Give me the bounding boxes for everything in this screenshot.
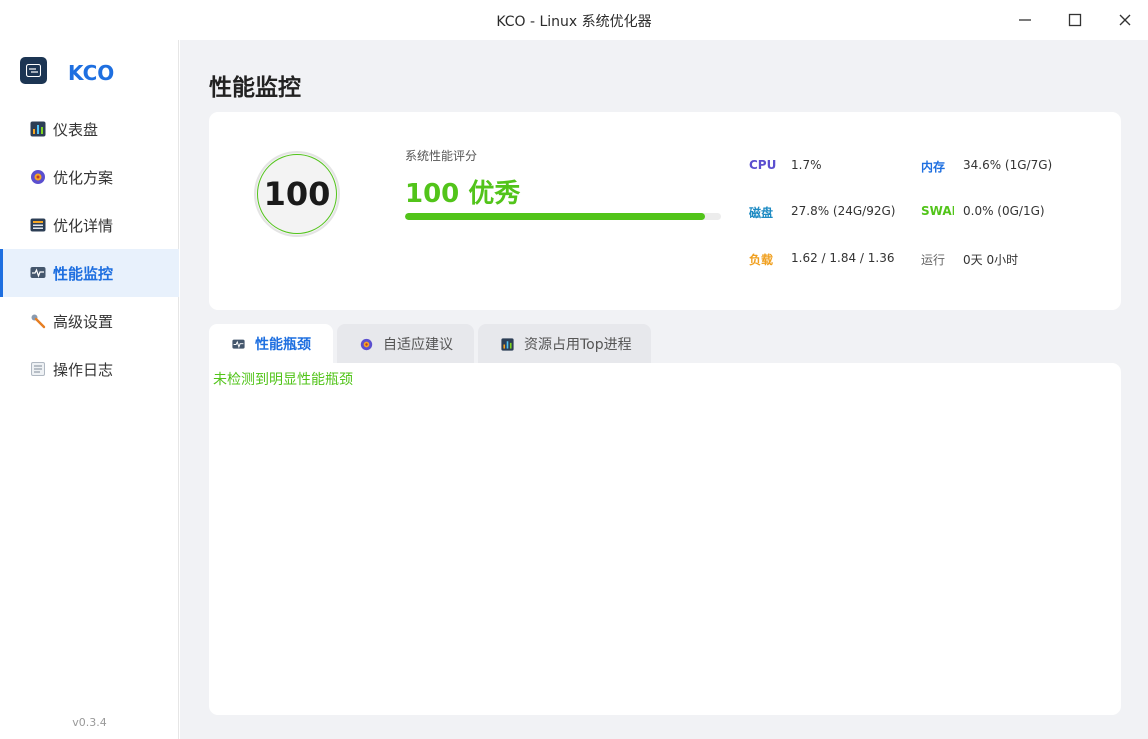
tab-bottleneck[interactable]: 性能瓶颈 bbox=[209, 324, 333, 364]
score-ring-inner: 100 bbox=[257, 154, 337, 234]
tab-label: 性能瓶颈 bbox=[255, 337, 311, 353]
score-label: 系统性能评分 bbox=[405, 149, 478, 163]
window-title: KCO - Linux 系统优化器 bbox=[496, 14, 652, 30]
minimize-button[interactable] bbox=[1012, 8, 1038, 32]
sidebar-item-advanced[interactable]: 高级设置 bbox=[0, 297, 179, 345]
sidebar-item-label: 优化方案 bbox=[53, 168, 114, 187]
app-name: KCO bbox=[68, 61, 115, 85]
disk-label: 磁盘 bbox=[749, 206, 774, 220]
suggestion-icon bbox=[359, 337, 373, 351]
sidebar-item-logs[interactable]: 操作日志 bbox=[0, 345, 179, 393]
sidebar-item-label: 优化详情 bbox=[53, 216, 114, 235]
sidebar-item-dashboard[interactable]: 仪表盘 bbox=[0, 105, 179, 153]
swap-label: SWAP bbox=[921, 204, 954, 218]
load-label: 负载 bbox=[749, 253, 774, 267]
score-progress-bar bbox=[405, 213, 721, 220]
swap-value: 0.0% (0G/1G) bbox=[963, 204, 1045, 218]
title-bar: KCO - Linux 系统优化器 bbox=[0, 0, 1148, 40]
score-progress-fill bbox=[405, 213, 706, 220]
score-card: 100 系统性能评分 100 优秀 CPU 1.7% 内存 34.6% (1G/… bbox=[209, 112, 1121, 310]
sidebar-item-label: 性能监控 bbox=[53, 264, 114, 283]
main-content: 性能监控 100 系统性能评分 100 优秀 CPU 1.7% 内存 34.6%… bbox=[180, 40, 1148, 739]
sidebar-item-label: 操作日志 bbox=[53, 360, 114, 379]
sidebar-item-label: 高级设置 bbox=[53, 312, 114, 331]
cpu-value: 1.7% bbox=[791, 158, 822, 172]
score-value: 100 bbox=[263, 175, 331, 213]
sidebar-nav: 仪表盘 优化方案 优化详情 性能监控 高级设置 操作日志 bbox=[0, 105, 179, 393]
maximize-button[interactable] bbox=[1062, 8, 1088, 32]
page-title: 性能监控 bbox=[209, 75, 301, 101]
sidebar: KCO 仪表盘 优化方案 优化详情 性能监控 高级设置 操作日志 v0.3.4 bbox=[0, 40, 179, 739]
tab-panel: 未检测到明显性能瓶颈 bbox=[209, 363, 1121, 715]
dashboard-icon bbox=[29, 120, 47, 138]
plan-icon bbox=[29, 168, 47, 186]
close-icon bbox=[1119, 14, 1131, 26]
bottleneck-icon bbox=[231, 337, 245, 351]
top-process-icon bbox=[500, 337, 514, 351]
tab-top-processes[interactable]: 资源占用Top进程 bbox=[478, 324, 651, 364]
tab-suggestions[interactable]: 自适应建议 bbox=[337, 324, 474, 364]
details-icon bbox=[29, 216, 47, 234]
sidebar-item-details[interactable]: 优化详情 bbox=[0, 201, 179, 249]
bottleneck-message: 未检测到明显性能瓶颈 bbox=[213, 372, 353, 388]
maximize-icon bbox=[1068, 13, 1082, 27]
tab-label: 资源占用Top进程 bbox=[524, 337, 632, 353]
minimize-icon bbox=[1019, 19, 1031, 21]
cpu-label: CPU bbox=[749, 158, 777, 172]
version-label: v0.3.4 bbox=[72, 716, 107, 729]
tab-bar: 性能瓶颈 自适应建议 资源占用Top进程 bbox=[209, 324, 655, 364]
disk-value: 27.8% (24G/92G) bbox=[791, 204, 896, 218]
sidebar-item-plan[interactable]: 优化方案 bbox=[0, 153, 179, 201]
uptime-value: 0天 0小时 bbox=[963, 253, 1019, 267]
tab-label: 自适应建议 bbox=[383, 337, 453, 353]
score-text: 100 优秀 bbox=[405, 179, 521, 209]
app-logo-icon bbox=[20, 57, 47, 84]
brand: KCO bbox=[20, 57, 114, 85]
log-icon bbox=[29, 360, 47, 378]
monitor-icon bbox=[29, 264, 47, 282]
uptime-label: 运行 bbox=[921, 253, 946, 267]
memory-label: 内存 bbox=[921, 160, 946, 174]
sidebar-item-monitor[interactable]: 性能监控 bbox=[0, 249, 179, 297]
sidebar-item-label: 仪表盘 bbox=[53, 120, 99, 139]
score-ring: 100 bbox=[254, 151, 340, 237]
close-button[interactable] bbox=[1112, 8, 1138, 32]
wrench-icon bbox=[29, 312, 47, 330]
load-value: 1.62 / 1.84 / 1.36 bbox=[791, 251, 895, 265]
memory-value: 34.6% (1G/7G) bbox=[963, 158, 1053, 172]
